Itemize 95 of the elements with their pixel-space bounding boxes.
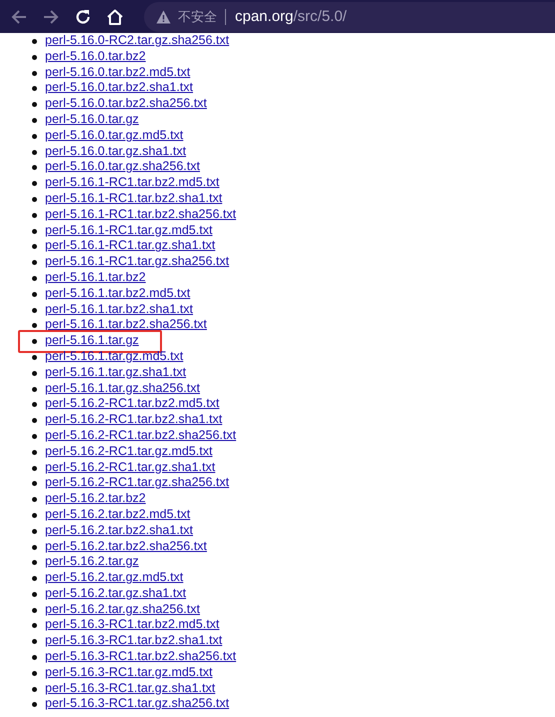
bullet <box>32 292 37 297</box>
file-link[interactable]: perl-5.16.2.tar.gz.sha256.txt <box>45 602 200 618</box>
file-link[interactable]: perl-5.16.1-RC1.tar.bz2.sha256.txt <box>45 206 236 223</box>
bullet <box>32 576 37 582</box>
bullet <box>32 102 37 108</box>
file-link[interactable]: perl-5.16.1-RC1.tar.gz.sha256.txt <box>45 254 230 270</box>
file-link[interactable]: perl-5.16.0.tar.gz.sha256.txt <box>45 159 200 176</box>
bullet <box>32 608 37 613</box>
bullet <box>32 418 37 424</box>
bullet <box>32 639 37 644</box>
bullet <box>32 212 37 218</box>
file-link[interactable]: perl-5.16.2.tar.gz.md5.txt <box>45 570 184 586</box>
back-arrow-icon <box>10 8 28 26</box>
file-link[interactable]: perl-5.16.1.tar.gz.sha1.txt <box>45 364 186 381</box>
bullet <box>32 165 37 170</box>
url-path: /src/5.0/ <box>293 8 347 25</box>
file-link[interactable]: perl-5.16.0.tar.bz2.sha1.txt <box>45 80 194 96</box>
home-icon <box>105 8 125 26</box>
file-link[interactable]: perl-5.16.3-RC1.tar.bz2.sha256.txt <box>45 649 236 665</box>
file-link[interactable]: perl-5.16.3-RC1.tar.gz.sha1.txt <box>45 680 216 696</box>
bullet <box>32 39 37 44</box>
bullet <box>32 323 37 328</box>
bullet <box>32 402 37 408</box>
file-link[interactable]: perl-5.16.1.tar.gz <box>45 333 139 349</box>
bullet <box>32 244 37 250</box>
file-link[interactable]: perl-5.16.1.tar.bz2.sha256.txt <box>45 317 207 334</box>
bullet <box>32 118 37 123</box>
file-link[interactable]: perl-5.16.2-RC1.tar.gz.sha1.txt <box>45 460 216 476</box>
bullet <box>32 370 37 376</box>
bullet <box>32 386 37 392</box>
bullet <box>32 592 37 597</box>
bullet <box>32 544 37 550</box>
file-link[interactable]: perl-5.16.2.tar.bz2.md5.txt <box>45 506 190 523</box>
warning-icon <box>156 10 171 24</box>
bullet <box>32 339 37 344</box>
bullet <box>32 150 37 155</box>
bullet <box>32 560 37 566</box>
bullet <box>32 70 37 76</box>
file-link[interactable]: perl-5.16.1.tar.bz2 <box>45 270 146 286</box>
bullet <box>32 260 37 266</box>
bullet <box>32 512 37 518</box>
file-link[interactable]: perl-5.16.2.tar.gz.sha1.txt <box>45 586 186 602</box>
bullet <box>32 276 37 281</box>
bullet <box>32 434 37 439</box>
bullet <box>32 181 37 186</box>
bullet <box>32 134 37 139</box>
security-label: 不安全 <box>178 8 217 26</box>
bullet <box>32 655 37 660</box>
file-link[interactable]: perl-5.16.1.tar.bz2.md5.txt <box>45 286 190 302</box>
file-link[interactable]: perl-5.16.0.tar.bz2.sha256.txt <box>45 96 207 112</box>
file-link[interactable]: perl-5.16.3-RC1.tar.bz2.sha1.txt <box>45 633 222 650</box>
file-link[interactable]: perl-5.16.1-RC1.tar.bz2.sha1.txt <box>45 190 222 207</box>
file-link[interactable]: perl-5.16.0.tar.gz.sha1.txt <box>45 144 186 160</box>
bullet <box>32 702 37 708</box>
file-link[interactable]: perl-5.16.1.tar.gz.md5.txt <box>45 348 184 365</box>
file-link[interactable]: perl-5.16.2.tar.bz2 <box>45 491 146 507</box>
bullet <box>32 450 37 455</box>
file-link[interactable]: perl-5.16.1.tar.gz.sha256.txt <box>45 380 200 396</box>
bullet <box>32 354 37 360</box>
bullet <box>32 86 37 92</box>
bullet <box>32 623 37 628</box>
bullet <box>32 497 37 502</box>
file-link[interactable]: perl-5.16.3-RC1.tar.gz.sha256.txt <box>45 696 230 712</box>
file-link[interactable]: perl-5.16.2-RC1.tar.bz2.sha256.txt <box>45 428 236 444</box>
bullet <box>32 686 37 692</box>
file-link[interactable]: perl-5.16.0.tar.gz <box>45 112 139 128</box>
reload-icon <box>74 8 92 26</box>
file-link[interactable]: perl-5.16.1-RC1.tar.gz.sha1.txt <box>45 238 216 254</box>
file-link[interactable]: perl-5.16.2-RC1.tar.gz.md5.txt <box>45 444 212 460</box>
bullet <box>32 196 37 202</box>
bullet <box>32 670 37 676</box>
bullet <box>32 481 37 486</box>
file-link[interactable]: perl-5.16.2-RC1.tar.gz.sha256.txt <box>45 475 230 492</box>
bullet <box>32 466 37 471</box>
file-link[interactable]: perl-5.16.2-RC1.tar.bz2.md5.txt <box>45 396 220 412</box>
bullet <box>32 308 37 313</box>
file-link[interactable]: perl-5.16.2-RC1.tar.bz2.sha1.txt <box>45 412 222 428</box>
file-link[interactable]: perl-5.16.3-RC1.tar.bz2.md5.txt <box>45 617 220 634</box>
file-link[interactable]: perl-5.16.3-RC1.tar.gz.md5.txt <box>45 664 212 681</box>
file-link[interactable]: perl-5.16.0.tar.gz.md5.txt <box>45 128 184 144</box>
file-link[interactable]: perl-5.16.2.tar.bz2.sha1.txt <box>45 522 194 538</box>
url-host: cpan.org <box>235 8 294 25</box>
file-link[interactable]: perl-5.16.0-RC2.tar.gz.sha256.txt <box>45 33 230 49</box>
bullet <box>32 228 37 234</box>
bullet <box>32 54 37 60</box>
bullet <box>32 528 37 534</box>
file-link[interactable]: perl-5.16.1-RC1.tar.gz.md5.txt <box>45 222 212 238</box>
file-link[interactable]: perl-5.16.2.tar.bz2.sha256.txt <box>45 538 207 554</box>
file-link[interactable]: perl-5.16.0.tar.bz2.md5.txt <box>45 64 190 80</box>
file-link[interactable]: perl-5.16.0.tar.bz2 <box>45 48 146 65</box>
file-link[interactable]: perl-5.16.1-RC1.tar.bz2.md5.txt <box>45 175 220 191</box>
file-link[interactable]: perl-5.16.1.tar.bz2.sha1.txt <box>45 302 194 318</box>
address-bar[interactable]: 不安全 cpan.org/src/5.0/ <box>144 2 555 32</box>
forward-arrow-icon <box>42 8 60 26</box>
file-link[interactable]: perl-5.16.2.tar.gz <box>45 554 139 570</box>
